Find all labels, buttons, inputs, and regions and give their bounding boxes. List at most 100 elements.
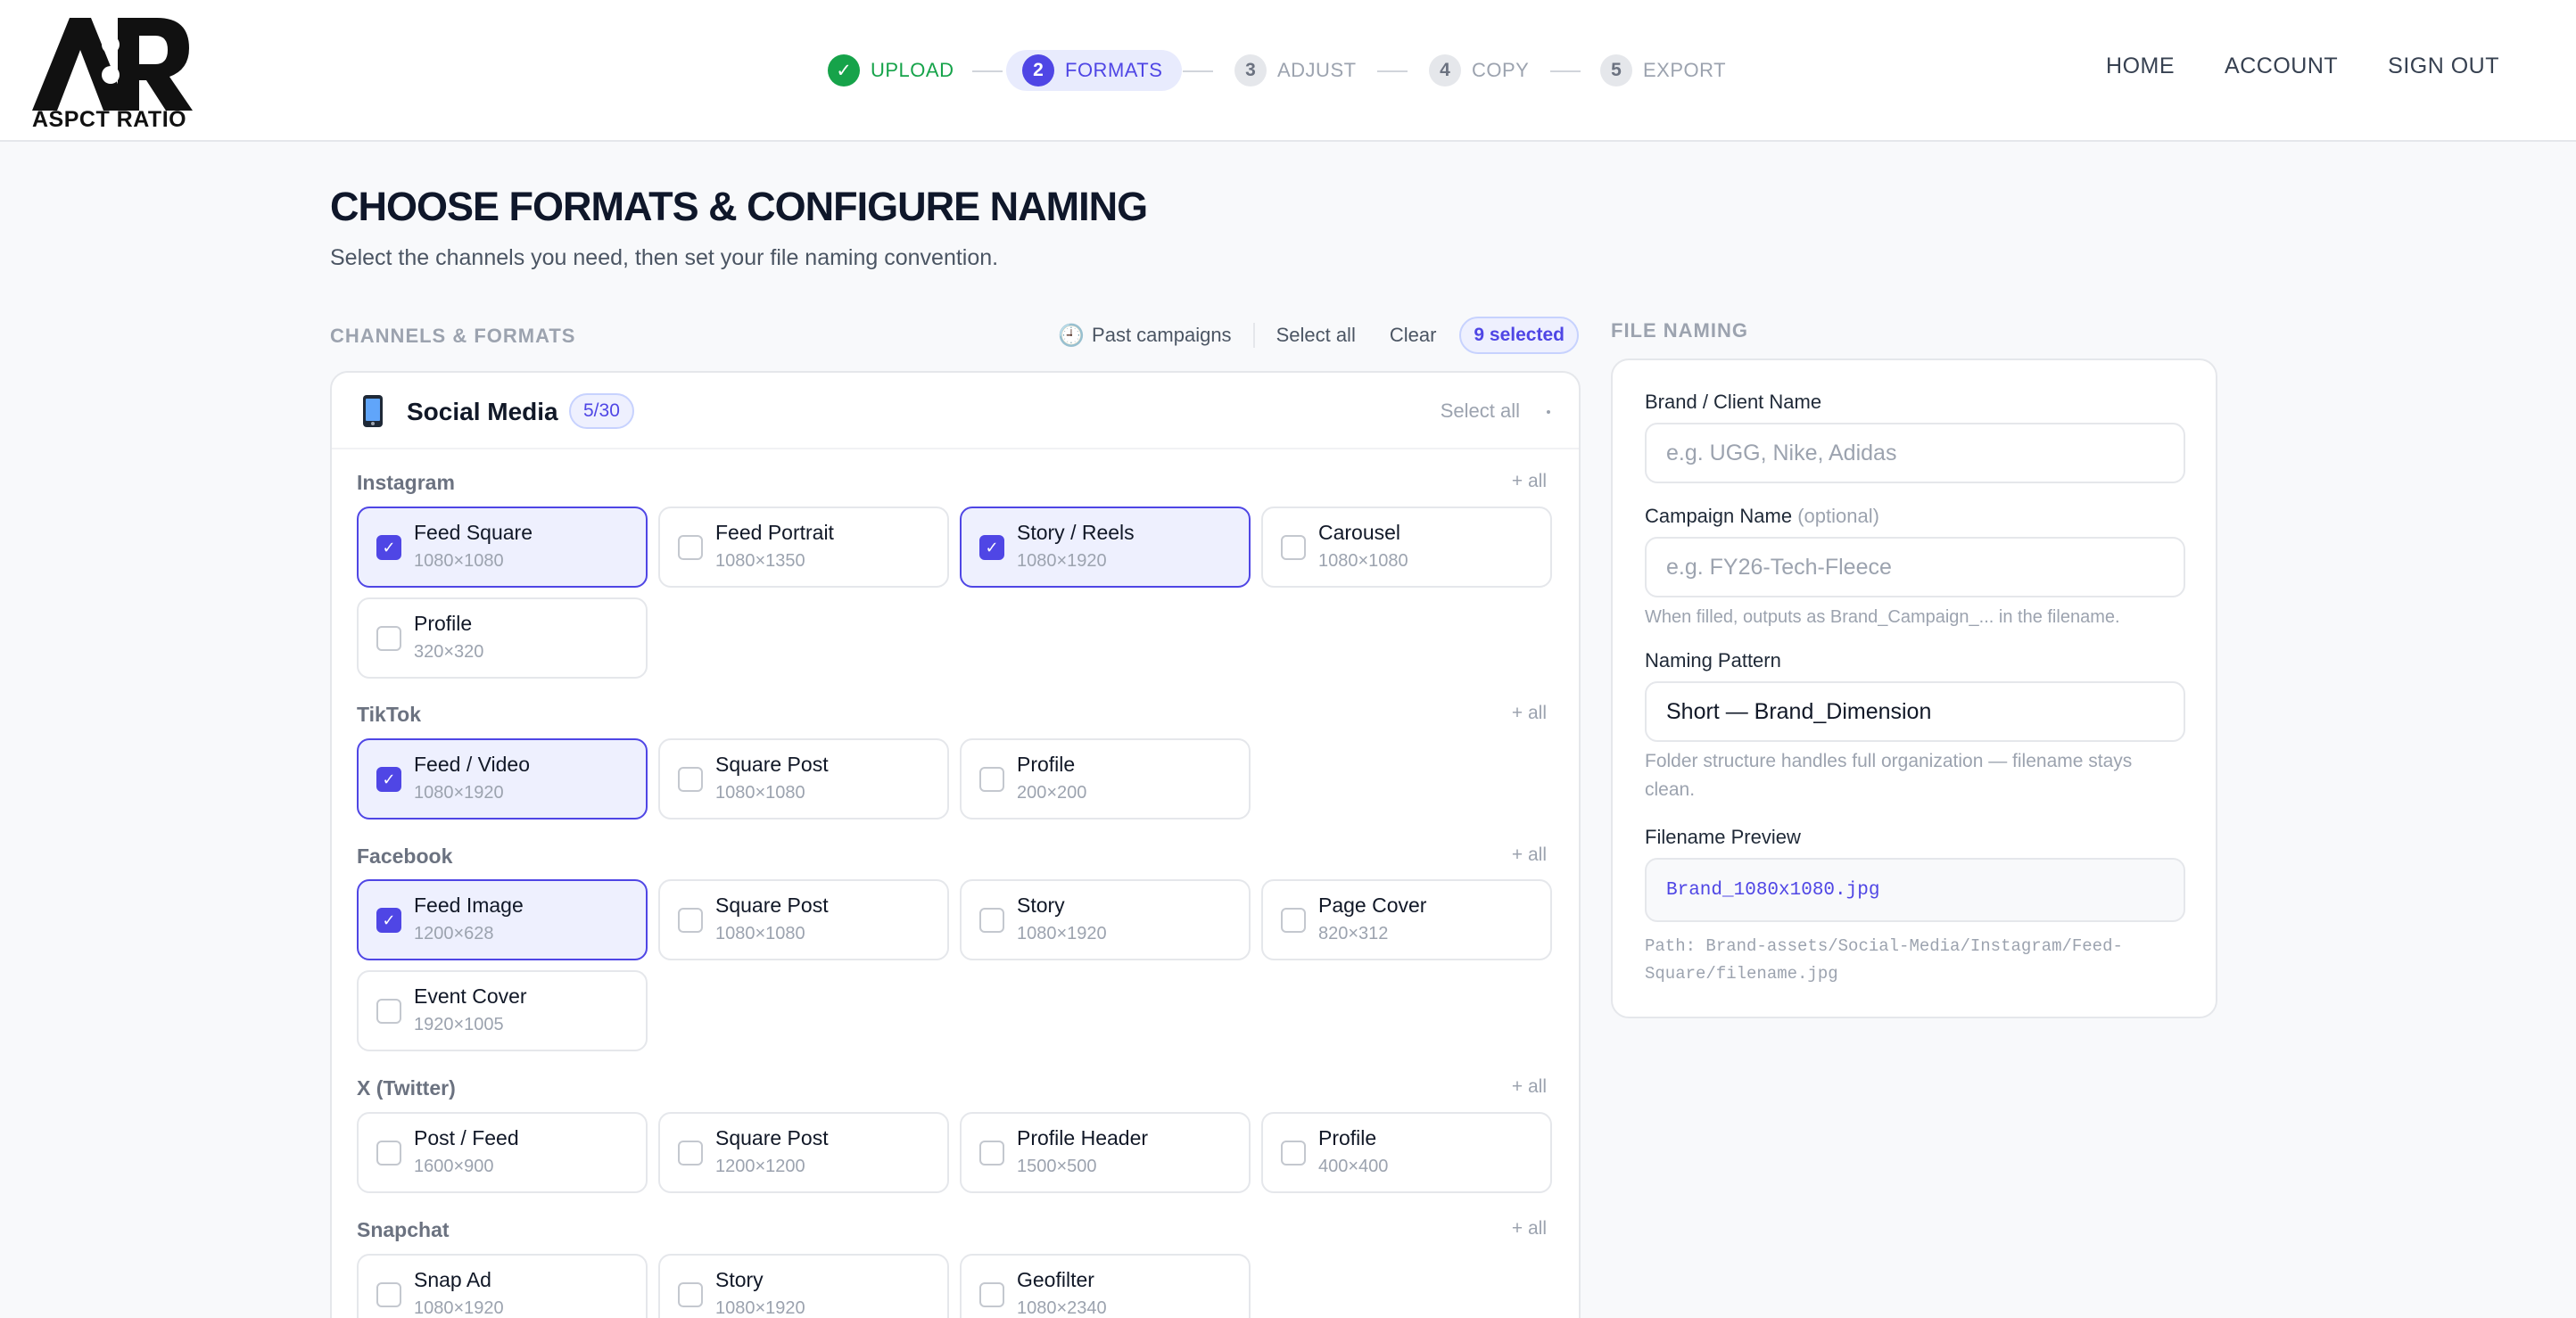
checkbox[interactable] (678, 1141, 703, 1166)
checkbox[interactable] (678, 908, 703, 933)
checkbox[interactable] (1281, 908, 1306, 933)
checkbox[interactable] (979, 908, 1004, 933)
step-formats[interactable]: 2 FORMATS (1006, 50, 1183, 91)
format-card-instagram-profile[interactable]: Profile 320×320 (357, 597, 648, 679)
aspect-ratio-logo-icon (32, 18, 193, 111)
step-export[interactable]: 5 EXPORT (1600, 50, 1726, 91)
brand-name-label: Brand / Client Name (1645, 391, 1822, 413)
step-upload[interactable]: ✓ UPLOAD (828, 50, 954, 91)
checkbox[interactable] (1281, 1141, 1306, 1166)
snapchat-add-all-button[interactable]: + all (1512, 1218, 1547, 1240)
select-all-button[interactable]: Select all (1276, 324, 1356, 347)
format-card-tiktok-feed-video[interactable]: ✓ Feed / Video 1080×1920 (357, 738, 648, 820)
nav-home-link[interactable]: HOME (2106, 54, 2175, 79)
format-card-tiktok-square-post[interactable]: Square Post 1080×1080 (658, 738, 949, 820)
format-card-snapchat-geofilter[interactable]: Geofilter 1080×2340 (960, 1254, 1251, 1318)
collapse-dot-icon[interactable] (1547, 410, 1550, 414)
format-card-instagram-feed-square[interactable]: ✓ Feed Square 1080×1080 (357, 507, 648, 588)
format-dimensions: 820×312 (1318, 924, 1389, 943)
format-name: Story (1017, 894, 1065, 917)
checkbox[interactable] (376, 626, 401, 651)
step-label: EXPORT (1643, 59, 1727, 81)
format-card-snapchat-snap-ad[interactable]: Snap Ad 1080×1920 (357, 1254, 648, 1318)
format-card-instagram-story-reels[interactable]: ✓ Story / Reels 1080×1920 (960, 507, 1251, 588)
format-card-x-post-feed[interactable]: Post / Feed 1600×900 (357, 1112, 648, 1193)
format-card-facebook-square-post[interactable]: Square Post 1080×1080 (658, 879, 949, 960)
brand-logo[interactable]: ASPCT RATIO (32, 18, 193, 134)
group-label-instagram: Instagram (357, 471, 455, 494)
step-label: ADJUST (1277, 59, 1357, 81)
top-nav: HOME ACCOUNT SIGN OUT (2106, 54, 2499, 79)
format-dimensions: 320×320 (414, 642, 484, 662)
checkbox[interactable] (979, 767, 1004, 792)
format-name: Square Post (715, 894, 829, 917)
checkbox[interactable] (376, 1141, 401, 1166)
selected-count-badge: 9 selected (1459, 317, 1579, 354)
format-name: Geofilter (1017, 1268, 1094, 1291)
format-dimensions: 1080×1920 (715, 1298, 805, 1318)
checkbox[interactable] (1281, 535, 1306, 560)
file-naming-section-label: FILE NAMING (1611, 319, 1748, 342)
checkbox-checked-icon[interactable]: ✓ (376, 535, 401, 560)
formats-toolbar: 🕘 Past campaigns Select all Clear 9 sele… (1058, 317, 1579, 354)
format-dimensions: 1080×1920 (1017, 924, 1107, 943)
step-connector (972, 70, 1003, 72)
step-number: 2 (1022, 54, 1054, 86)
checkbox-checked-icon[interactable]: ✓ (376, 908, 401, 933)
instagram-add-all-button[interactable]: + all (1512, 471, 1547, 492)
file-naming-panel: Brand / Client Name Campaign Name (optio… (1611, 358, 2217, 1018)
brand-name-input[interactable] (1645, 423, 2185, 483)
format-dimensions: 1080×1920 (1017, 551, 1107, 571)
format-dimensions: 200×200 (1017, 783, 1087, 803)
clock-icon: 🕘 (1058, 323, 1086, 348)
campaign-name-input[interactable] (1645, 537, 2185, 597)
past-campaigns-button[interactable]: 🕘 Past campaigns (1058, 323, 1231, 349)
optional-tag: (optional) (1797, 505, 1879, 527)
format-name: Feed / Video (414, 753, 531, 776)
group-label-x-twitter: X (Twitter) (357, 1076, 456, 1100)
output-path: Path: Brand-assets/Social-Media/Instagra… (1645, 936, 2123, 984)
format-card-x-profile-header[interactable]: Profile Header 1500×500 (960, 1112, 1251, 1193)
selection-count-badge: 5/30 (569, 393, 634, 429)
format-dimensions: 1080×1350 (715, 551, 805, 571)
format-card-instagram-carousel[interactable]: Carousel 1080×1080 (1261, 507, 1552, 588)
checkbox[interactable] (979, 1282, 1004, 1307)
format-dimensions: 400×400 (1318, 1157, 1389, 1176)
checkbox-checked-icon[interactable]: ✓ (376, 767, 401, 792)
format-card-snapchat-story[interactable]: Story 1080×1920 (658, 1254, 949, 1318)
x-twitter-add-all-button[interactable]: + all (1512, 1076, 1547, 1098)
checkbox[interactable] (979, 1141, 1004, 1166)
checkbox[interactable] (678, 767, 703, 792)
panel-header[interactable]: Social Media 5/30 Select all (332, 373, 1579, 449)
campaign-hint: When filled, outputs as Brand_Campaign_.… (1645, 607, 2120, 627)
step-connector (1183, 70, 1213, 72)
facebook-add-all-button[interactable]: + all (1512, 844, 1547, 866)
checkbox[interactable] (678, 535, 703, 560)
campaign-name-label-text: Campaign Name (1645, 505, 1793, 527)
format-card-tiktok-profile[interactable]: Profile 200×200 (960, 738, 1251, 820)
step-copy[interactable]: 4 COPY (1429, 50, 1529, 91)
nav-sign-out-link[interactable]: SIGN OUT (2388, 54, 2499, 79)
checkbox[interactable] (376, 1282, 401, 1307)
naming-pattern-select[interactable]: Short — Brand_Dimension (1645, 681, 2185, 742)
tiktok-add-all-button[interactable]: + all (1512, 703, 1547, 724)
format-card-facebook-page-cover[interactable]: Page Cover 820×312 (1261, 879, 1552, 960)
format-card-facebook-story[interactable]: Story 1080×1920 (960, 879, 1251, 960)
checkbox[interactable] (678, 1282, 703, 1307)
checkbox[interactable] (376, 999, 401, 1024)
step-number: 3 (1234, 54, 1267, 86)
format-card-x-profile[interactable]: Profile 400×400 (1261, 1112, 1552, 1193)
format-card-instagram-feed-portrait[interactable]: Feed Portrait 1080×1350 (658, 507, 949, 588)
nav-account-link[interactable]: ACCOUNT (2225, 54, 2338, 79)
group-label-snapchat: Snapchat (357, 1218, 450, 1241)
format-name: Page Cover (1318, 894, 1427, 917)
step-adjust[interactable]: 3 ADJUST (1234, 50, 1357, 91)
panel-select-all-button[interactable]: Select all (1441, 400, 1520, 423)
format-name: Feed Image (414, 894, 524, 917)
page-subtitle: Select the channels you need, then set y… (330, 245, 999, 270)
clear-button[interactable]: Clear (1390, 324, 1437, 347)
format-card-x-square-post[interactable]: Square Post 1200×1200 (658, 1112, 949, 1193)
format-card-facebook-event-cover[interactable]: Event Cover 1920×1005 (357, 970, 648, 1051)
format-card-facebook-feed-image[interactable]: ✓ Feed Image 1200×628 (357, 879, 648, 960)
checkbox-checked-icon[interactable]: ✓ (979, 535, 1004, 560)
